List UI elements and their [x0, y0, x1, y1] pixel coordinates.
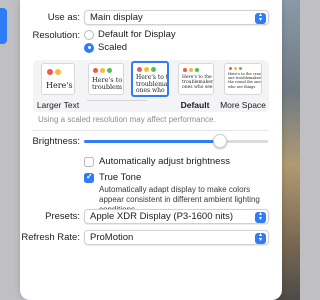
brightness-label: Brightness:	[32, 136, 80, 147]
divider	[33, 130, 269, 131]
true-tone-label: True Tone	[99, 172, 142, 183]
scale-option-more-space[interactable]: Here's to the crazy one troublemakers, t…	[224, 63, 262, 95]
auto-brightness-option[interactable]: Automatically adjust brightness	[84, 156, 230, 167]
scale-option-larger-text[interactable]: Here's	[41, 63, 75, 95]
presets-popup[interactable]: Apple XDR Display (P3-1600 nits) ▴ ▾	[84, 209, 269, 224]
checkbox[interactable]	[84, 156, 94, 167]
preview-text: Here's to troublem	[92, 76, 123, 91]
resolution-scaled-label: Scaled	[98, 42, 128, 53]
scale-option-default[interactable]: Here's to the troublemakers, ones who se…	[178, 63, 214, 95]
chevron-updown-icon: ▴ ▾	[255, 232, 266, 244]
resolution-default-label: Default for Display	[98, 29, 176, 40]
true-tone-option[interactable]: True Tone	[84, 172, 141, 183]
checkbox-checked[interactable]	[84, 172, 94, 183]
use-as-popup[interactable]: Main display ▴ ▾	[84, 10, 269, 25]
scale-caption-larger-text: Larger Text	[36, 100, 80, 110]
refresh-rate-value: ProMotion	[90, 232, 134, 243]
scale-option-2[interactable]: Here's to troublem	[88, 63, 124, 95]
radio-button-selected[interactable]	[84, 42, 94, 53]
chevron-updown-icon: ▴ ▾	[255, 211, 266, 223]
auto-brightness-label: Automatically adjust brightness	[99, 156, 230, 167]
brightness-knob[interactable]	[213, 134, 228, 148]
resolution-scaled-option[interactable]: Scaled	[84, 42, 127, 53]
use-as-label: Use as:	[47, 12, 80, 23]
window-controls-icon	[229, 67, 244, 70]
presets-label: Presets:	[45, 211, 80, 222]
preview-text: Here's	[46, 81, 73, 90]
window-controls-icon	[137, 67, 158, 72]
chevron-updown-icon: ▴ ▾	[255, 12, 266, 24]
refresh-rate-popup[interactable]: ProMotion ▴ ▾	[84, 230, 269, 245]
scale-caption-default: Default	[180, 100, 210, 110]
scale-caption-more-space: More Space	[220, 100, 266, 110]
brightness-slider[interactable]	[84, 134, 268, 148]
resolution-default-option[interactable]: Default for Display	[84, 29, 176, 40]
scale-track	[87, 100, 147, 101]
window-controls-icon	[183, 68, 201, 72]
preview-text: Here's to the crazy one troublemakers, t…	[228, 72, 262, 89]
scale-option-3[interactable]: Here's to t troublemak ones who	[131, 61, 169, 97]
refresh-rate-label: Refresh Rate:	[21, 232, 80, 243]
preview-text: Here's to the troublemakers, ones who se…	[182, 75, 214, 90]
presets-value: Apple XDR Display (P3-1600 nits)	[90, 211, 234, 222]
use-as-value: Main display	[90, 12, 143, 23]
display-settings-panel: Use as: Main display ▴ ▾ Resolution: Defa…	[20, 0, 282, 300]
window-controls-icon	[47, 69, 63, 75]
sidebar-selection-indicator	[0, 8, 7, 44]
scaled-resolution-hint: Using a scaled resolution may affect per…	[38, 115, 216, 124]
scale-options-group: Here's Here's to troublem Here's to t tr…	[33, 60, 269, 112]
radio-button[interactable]	[84, 29, 94, 40]
brightness-fill	[84, 140, 221, 143]
resolution-label: Resolution:	[32, 30, 80, 41]
preview-text: Here's to t troublemak ones who	[136, 74, 169, 94]
window-controls-icon	[93, 68, 114, 73]
